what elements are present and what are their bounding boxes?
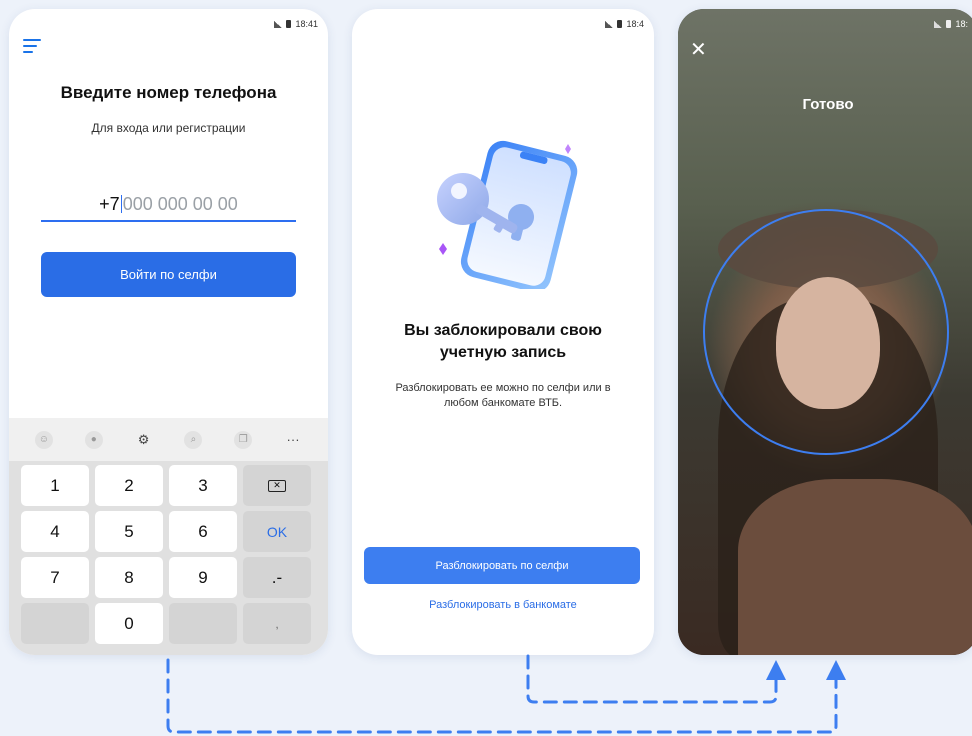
- phone-screen-login: 18:41 Введите номер телефона Для входа и…: [9, 9, 328, 655]
- key-5[interactable]: 5: [95, 511, 163, 552]
- key-empty-right: [169, 603, 237, 644]
- arrowhead-1: [766, 660, 786, 680]
- status-time: 18:4: [626, 19, 644, 29]
- emoji-icon[interactable]: ☺: [34, 430, 53, 449]
- gear-icon[interactable]: ⚙: [135, 431, 153, 449]
- phone-screen-blocked: 18:4 Вы заблокировали свою учетную запис…: [352, 9, 654, 655]
- microphone-icon[interactable]: ●: [84, 430, 103, 449]
- key-phone-illustration: [437, 140, 578, 289]
- page-title: Введите номер телефона: [60, 83, 277, 102]
- phone-input[interactable]: +7 000 000 00 00: [41, 190, 296, 222]
- blocked-description: Разблокировать ее можно по селфи или в л…: [395, 382, 611, 409]
- face-frame-circle: [703, 209, 949, 455]
- done-title: Готово: [802, 96, 854, 113]
- photo-sweater: [738, 479, 972, 655]
- unlock-atm-link[interactable]: Разблокировать в банкомате: [352, 599, 654, 611]
- key-8[interactable]: 8: [95, 557, 163, 598]
- key-6[interactable]: 6: [169, 511, 237, 552]
- key-empty-left: [21, 603, 89, 644]
- key-1[interactable]: 1: [21, 465, 89, 506]
- key-comma[interactable]: ,: [243, 603, 311, 644]
- key-0[interactable]: 0: [95, 603, 163, 644]
- status-bar: 18:4: [605, 19, 644, 29]
- status-time: 18:: [955, 19, 968, 29]
- battery-icon: [946, 20, 952, 28]
- key-7[interactable]: 7: [21, 557, 89, 598]
- signal-icon: [605, 20, 614, 28]
- key-4[interactable]: 4: [21, 511, 89, 552]
- arrow-login-to-selfie: [166, 658, 838, 734]
- status-bar: 18:41: [274, 19, 318, 29]
- selfie-login-button[interactable]: Войти по селфи: [41, 252, 296, 297]
- arrowhead-2: [826, 660, 846, 680]
- key-9[interactable]: 9: [169, 557, 237, 598]
- status-bar: 18:: [934, 19, 968, 29]
- arrow-blocked-to-selfie: [526, 654, 778, 704]
- blocked-title: Вы заблокировали свою учетную запись: [404, 322, 602, 361]
- phone-prefix: +7: [99, 194, 120, 214]
- phone-placeholder: 000 000 00 00: [122, 194, 238, 214]
- backspace-icon: ✕: [268, 479, 286, 492]
- page-subtitle: Для входа или регистрации: [91, 121, 246, 135]
- key-ok[interactable]: OK: [243, 511, 311, 552]
- battery-icon: [286, 20, 292, 28]
- signal-icon: [274, 20, 283, 28]
- battery-icon: [617, 20, 623, 28]
- menu-icon[interactable]: [23, 39, 41, 53]
- keyboard-toolbar: ☺ ● ⚙ ⌕ ❐ ···: [9, 418, 328, 461]
- key-dot-dash[interactable]: .-: [243, 557, 311, 598]
- status-time: 18:41: [295, 19, 318, 29]
- text-caret: [120, 195, 122, 213]
- close-icon[interactable]: ✕: [690, 37, 707, 62]
- numeric-keypad: 1 2 3 ✕ 4 5 6 OK 7 8 9 .- 0 ,: [9, 461, 328, 655]
- unlock-selfie-button[interactable]: Разблокировать по селфи: [364, 547, 640, 584]
- key-3[interactable]: 3: [169, 465, 237, 506]
- key-2[interactable]: 2: [95, 465, 163, 506]
- signal-icon: [934, 20, 943, 28]
- clipboard-icon[interactable]: ❐: [234, 430, 253, 449]
- phone-screen-selfie: 18: ✕ Готово: [678, 9, 972, 655]
- search-icon[interactable]: ⌕: [184, 430, 203, 449]
- key-backspace[interactable]: ✕: [243, 465, 311, 506]
- more-icon[interactable]: ···: [284, 431, 302, 449]
